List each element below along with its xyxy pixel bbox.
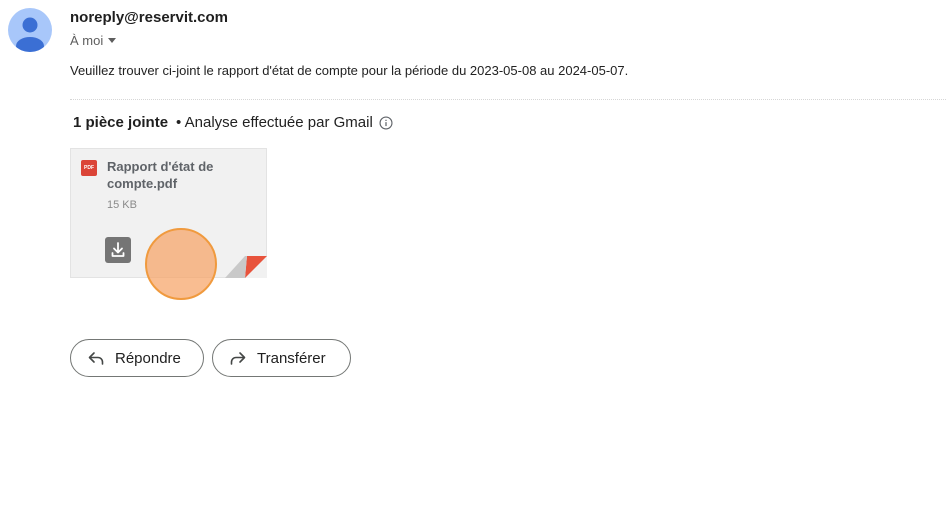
attachment-size: 15 KB (107, 199, 137, 211)
sender-address[interactable]: noreply@reservit.com (70, 9, 228, 26)
pdf-icon: PDF (81, 160, 97, 176)
person-icon (16, 17, 44, 52)
attachment-filename: Rapport d'état de compte.pdf (107, 159, 214, 191)
recipient-dropdown[interactable]: À moi (70, 33, 117, 48)
reply-label: Répondre (115, 349, 181, 367)
download-icon (111, 242, 125, 257)
reply-icon (88, 352, 104, 365)
attachments-header: 1 pièce jointe • Analyse effectuée par G… (73, 114, 393, 131)
forward-button[interactable]: Transférer (212, 339, 351, 377)
caret-down-icon (108, 38, 117, 43)
info-icon[interactable] (379, 115, 393, 130)
reply-button[interactable]: Répondre (70, 339, 204, 377)
forward-label: Transférer (257, 349, 326, 367)
email-body: Veuillez trouver ci-joint le rapport d'é… (70, 63, 629, 78)
attachment-card[interactable]: PDF Rapport d'état de compte.pdf 15 KB (70, 148, 267, 278)
forward-icon (230, 352, 246, 365)
scan-notice: • Analyse effectuée par Gmail (176, 114, 373, 131)
download-button[interactable] (105, 237, 131, 263)
recipient-label: À moi (70, 33, 104, 48)
divider (70, 99, 946, 100)
sender-avatar[interactable] (8, 8, 52, 52)
attachment-count: 1 pièce jointe (73, 114, 169, 131)
page-curl-corner (225, 256, 267, 278)
